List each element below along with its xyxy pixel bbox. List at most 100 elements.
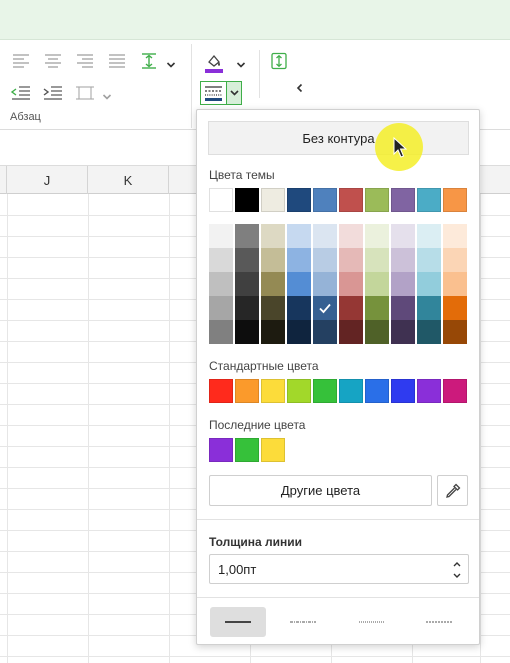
column-header-j[interactable]: J (7, 166, 88, 194)
column-header[interactable] (0, 166, 7, 194)
align-left-icon[interactable] (10, 52, 32, 70)
theme-shade-swatch[interactable] (313, 224, 337, 248)
line-style-dashed[interactable] (411, 607, 467, 637)
theme-shade-swatch[interactable] (339, 248, 363, 272)
standard-color-swatch[interactable] (339, 379, 363, 403)
theme-shade-swatch[interactable] (287, 296, 311, 320)
theme-shade-swatch[interactable] (417, 248, 441, 272)
theme-color-swatch[interactable] (365, 188, 389, 212)
decrease-indent-icon[interactable] (10, 84, 32, 102)
theme-color-swatch[interactable] (261, 188, 285, 212)
more-colors-button[interactable]: Другие цвета (209, 475, 432, 506)
theme-shade-swatch[interactable] (391, 248, 415, 272)
recent-color-swatch[interactable] (209, 438, 233, 462)
theme-shade-swatch[interactable] (417, 272, 441, 296)
theme-shade-swatch[interactable] (365, 320, 389, 344)
theme-shade-swatch[interactable] (313, 320, 337, 344)
theme-shade-swatch[interactable] (365, 272, 389, 296)
theme-color-swatch[interactable] (209, 188, 233, 212)
border-style-dropdown-icon[interactable] (226, 82, 241, 104)
align-right-icon[interactable] (74, 52, 96, 70)
theme-shade-swatch[interactable] (287, 224, 311, 248)
theme-color-swatch[interactable] (287, 188, 311, 212)
theme-shade-swatch[interactable] (391, 320, 415, 344)
theme-shade-swatch[interactable] (365, 224, 389, 248)
line-style-dash-dot[interactable] (275, 607, 331, 637)
theme-shade-swatch[interactable] (261, 320, 285, 344)
theme-shade-swatch[interactable] (261, 248, 285, 272)
theme-color-swatch[interactable] (313, 188, 337, 212)
theme-shade-swatch[interactable] (287, 320, 311, 344)
theme-shade-swatch[interactable] (261, 224, 285, 248)
fill-color-button[interactable] (203, 50, 225, 74)
theme-shade-swatch[interactable] (391, 224, 415, 248)
theme-color-swatch[interactable] (339, 188, 363, 212)
theme-shade-swatch[interactable] (313, 248, 337, 272)
fill-color-dropdown-icon[interactable] (236, 57, 246, 68)
standard-color-swatch[interactable] (443, 379, 467, 403)
theme-shade-swatch[interactable] (235, 320, 259, 344)
theme-shade-swatch[interactable] (443, 296, 467, 320)
theme-shade-swatch[interactable] (365, 296, 389, 320)
standard-color-swatch[interactable] (365, 379, 389, 403)
theme-shade-swatch[interactable] (235, 248, 259, 272)
theme-shade-swatch[interactable] (261, 296, 285, 320)
recent-color-swatch[interactable] (261, 438, 285, 462)
theme-color-swatch[interactable] (417, 188, 441, 212)
border-style-icon[interactable] (201, 82, 226, 104)
cell-margins-icon[interactable] (74, 84, 96, 102)
theme-shade-swatch[interactable] (209, 320, 233, 344)
theme-color-swatch[interactable] (443, 188, 467, 212)
theme-shade-swatch[interactable] (391, 296, 415, 320)
theme-shade-swatch[interactable] (365, 248, 389, 272)
theme-shade-swatch[interactable] (443, 320, 467, 344)
cell-margins-dropdown-icon[interactable] (102, 89, 112, 100)
border-style-button[interactable] (200, 81, 242, 105)
theme-shade-swatch[interactable] (209, 248, 233, 272)
theme-shade-swatch[interactable] (443, 224, 467, 248)
standard-color-swatch[interactable] (235, 379, 259, 403)
fit-height-icon[interactable] (268, 52, 290, 70)
theme-shade-swatch[interactable] (235, 224, 259, 248)
standard-color-swatch[interactable] (417, 379, 441, 403)
theme-shade-swatch[interactable] (339, 296, 363, 320)
line-style-solid[interactable] (210, 607, 266, 637)
theme-shade-swatch[interactable] (339, 320, 363, 344)
theme-shade-swatch[interactable] (391, 272, 415, 296)
standard-color-swatch[interactable] (209, 379, 233, 403)
justify-icon[interactable] (106, 52, 128, 70)
increase-indent-icon[interactable] (42, 84, 64, 102)
theme-shade-swatch[interactable] (313, 272, 337, 296)
theme-shade-swatch[interactable] (417, 224, 441, 248)
line-width-stepper[interactable]: 1,00пт (209, 554, 469, 584)
theme-color-swatch[interactable] (235, 188, 259, 212)
line-style-dotted[interactable] (344, 607, 400, 637)
align-center-icon[interactable] (42, 52, 64, 70)
theme-shade-swatch[interactable] (443, 272, 467, 296)
theme-shade-swatch[interactable] (235, 296, 259, 320)
theme-shade-swatch[interactable] (209, 296, 233, 320)
theme-shade-swatch[interactable] (261, 272, 285, 296)
theme-shade-swatch[interactable] (417, 320, 441, 344)
stepper-arrows-icon[interactable] (452, 558, 462, 582)
collapse-ribbon-icon[interactable] (295, 80, 305, 93)
line-spacing-icon[interactable] (138, 52, 160, 70)
theme-shade-swatch[interactable] (339, 272, 363, 296)
standard-color-swatch[interactable] (287, 379, 311, 403)
theme-shade-swatch[interactable] (235, 272, 259, 296)
theme-shade-swatch[interactable] (287, 248, 311, 272)
no-border-button[interactable]: Без контура (208, 121, 469, 155)
theme-shade-swatch[interactable] (443, 248, 467, 272)
theme-shade-swatch[interactable] (209, 272, 233, 296)
eyedropper-button[interactable] (437, 475, 468, 506)
standard-color-swatch[interactable] (261, 379, 285, 403)
theme-shade-swatch[interactable] (339, 224, 363, 248)
column-header[interactable] (480, 166, 510, 194)
theme-color-swatch[interactable] (391, 188, 415, 212)
theme-shade-swatch[interactable] (209, 224, 233, 248)
theme-shade-swatch[interactable] (417, 296, 441, 320)
line-spacing-dropdown-icon[interactable] (166, 57, 176, 68)
recent-color-swatch[interactable] (235, 438, 259, 462)
column-header-k[interactable]: K (88, 166, 169, 194)
standard-color-swatch[interactable] (313, 379, 337, 403)
